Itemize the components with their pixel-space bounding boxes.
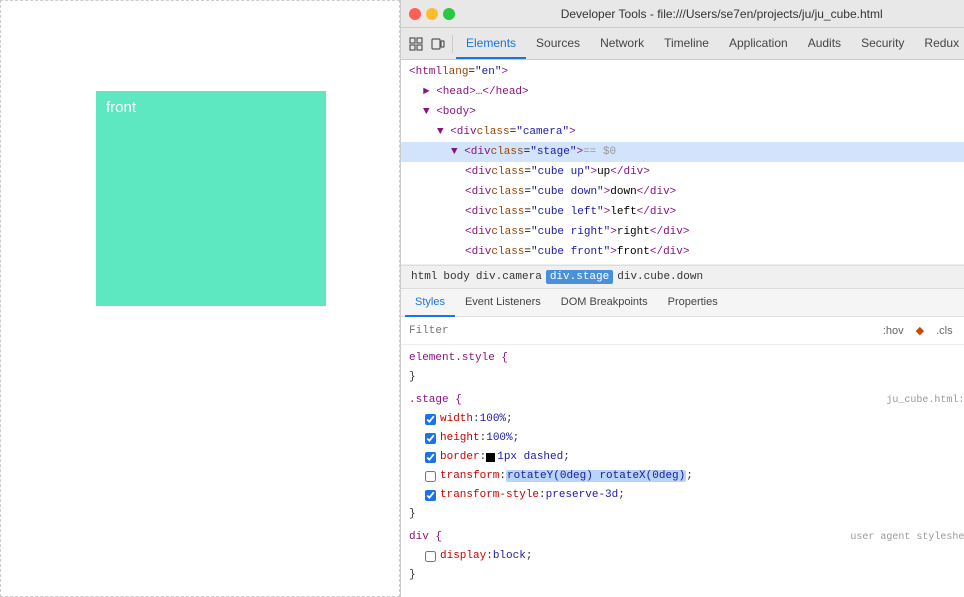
device-icon (430, 36, 446, 52)
css-close-brace: } (401, 368, 964, 387)
tab-security[interactable]: Security (851, 29, 914, 59)
minimize-button[interactable] (426, 8, 438, 20)
devtools-panel: Developer Tools - file:///Users/se7en/pr… (400, 0, 964, 597)
styles-tab-properties[interactable]: Properties (658, 289, 728, 317)
color-swatch[interactable] (486, 453, 495, 462)
css-rule-block: div {user agent stylesheetdisplay: block… (401, 528, 964, 585)
toolbar-divider (452, 35, 453, 53)
breadcrumb-item-1[interactable]: body (441, 271, 471, 283)
cube-front-label: front (106, 99, 136, 116)
tab-sources[interactable]: Sources (526, 29, 590, 59)
css-rule-block: .stage {ju_cube.html:13width: 100%;heigh… (401, 391, 964, 524)
html-tree: <html lang="en">► <head>…</head>▼ <body>… (401, 60, 964, 265)
cube-front-face: front (96, 91, 326, 306)
tree-line[interactable]: <div class="cube down">down</div> (401, 182, 964, 202)
cls-button[interactable]: .cls (933, 324, 956, 338)
styles-tab-event-listeners[interactable]: Event Listeners (455, 289, 551, 317)
styles-tab-bar: StylesEvent ListenersDOM BreakpointsProp… (401, 289, 964, 317)
css-close-brace: } (401, 505, 964, 524)
tree-line[interactable]: ▼ <div class="camera"> (401, 122, 964, 142)
css-property-line[interactable]: height: 100%; (401, 429, 964, 448)
filter-bar: :hov ◆ .cls + (401, 317, 964, 345)
breadcrumb-item-0[interactable]: html (409, 271, 439, 283)
tree-line[interactable]: <div class="cube up">up</div> (401, 162, 964, 182)
css-selector-line: .stage {ju_cube.html:13 (401, 391, 964, 410)
filter-input[interactable] (409, 325, 880, 337)
css-property-line[interactable]: transform-style: preserve-3d; (401, 486, 964, 505)
breadcrumb-item-2[interactable]: div.camera (474, 271, 544, 283)
tab-audits[interactable]: Audits (798, 29, 851, 59)
tree-line[interactable]: ► <head>…</head> (401, 82, 964, 102)
inspect-icon (408, 36, 424, 52)
css-close-brace: } (401, 566, 964, 585)
css-property-checkbox[interactable] (425, 452, 436, 463)
breadcrumb-item-3[interactable]: div.stage (546, 270, 613, 284)
breadcrumb-item-4[interactable]: div.cube.down (615, 271, 705, 283)
css-rule-block: element.style {} (401, 349, 964, 387)
styles-tab-styles[interactable]: Styles (405, 289, 455, 317)
css-property-line[interactable]: border: 1px dashed; (401, 448, 964, 467)
css-rules-panel: element.style {}.stage {ju_cube.html:13w… (401, 345, 964, 597)
css-property-line[interactable]: display: block; (401, 547, 964, 566)
window-title: Developer Tools - file:///Users/se7en/pr… (467, 7, 964, 21)
filter-actions: :hov ◆ .cls + (880, 321, 964, 340)
tab-timeline[interactable]: Timeline (654, 29, 719, 59)
titlebar: Developer Tools - file:///Users/se7en/pr… (401, 0, 964, 28)
webpage-preview: front (0, 0, 400, 597)
css-property-checkbox[interactable] (425, 433, 436, 444)
css-property-line[interactable]: transform: rotateY(0deg) rotateX(0deg); (401, 467, 964, 486)
css-selector-line: div {user agent stylesheet (401, 528, 964, 547)
css-selector-line: element.style { (401, 349, 964, 368)
inspect-button[interactable] (405, 33, 427, 55)
tab-elements[interactable]: Elements (456, 29, 526, 59)
maximize-button[interactable] (443, 8, 455, 20)
styles-tab-dom-breakpoints[interactable]: DOM Breakpoints (551, 289, 658, 317)
tab-network[interactable]: Network (590, 29, 654, 59)
device-button[interactable] (427, 33, 449, 55)
tree-line[interactable]: ▼ <body> (401, 102, 964, 122)
tree-line[interactable]: ▼ <div class="stage"> == $0 (401, 142, 964, 162)
tab-application[interactable]: Application (719, 29, 798, 59)
css-property-checkbox[interactable] (425, 551, 436, 562)
traffic-lights (409, 8, 455, 20)
css-property-checkbox[interactable] (425, 471, 436, 482)
css-property-line[interactable]: width: 100%; (401, 410, 964, 429)
close-button[interactable] (409, 8, 421, 20)
css-property-checkbox[interactable] (425, 414, 436, 425)
hov-button[interactable]: :hov (880, 324, 907, 338)
css-property-checkbox[interactable] (425, 490, 436, 501)
tree-line[interactable]: <div class="cube left">left</div> (401, 202, 964, 222)
breadcrumb: html body div.camera div.stage div.cube.… (401, 265, 964, 289)
tree-line[interactable]: <html lang="en"> (401, 62, 964, 82)
tree-line[interactable]: <div class="cube right">right</div> (401, 222, 964, 242)
tab-redux[interactable]: Redux (914, 29, 964, 59)
diamond-button[interactable]: ◆ (913, 323, 927, 338)
tree-line[interactable]: <div class="cube front">front</div> (401, 242, 964, 262)
